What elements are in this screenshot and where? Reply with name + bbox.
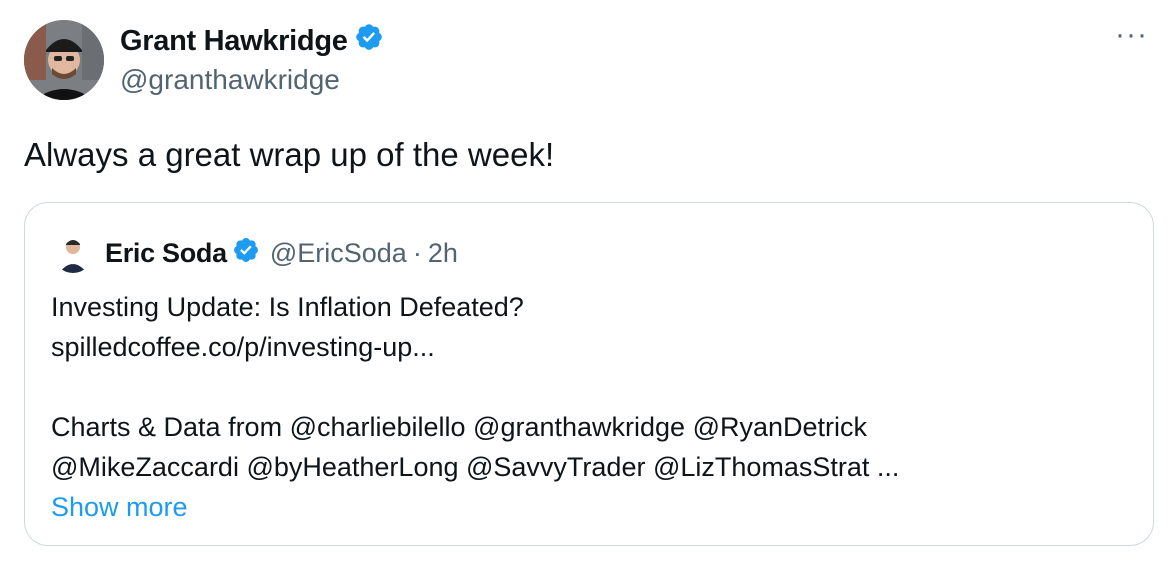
author-name-row[interactable]: Grant Hawkridge [120, 22, 384, 60]
quoted-timestamp[interactable]: 2h [428, 238, 458, 269]
quoted-link[interactable]: spilledcoffee.co/p/investing-up... [51, 327, 899, 367]
quoted-author-name[interactable]: Eric Soda [105, 238, 227, 269]
quoted-tweet-card[interactable]: Eric Soda @EricSoda · 2h Investing Updat… [24, 202, 1154, 546]
quoted-author-handle[interactable]: @EricSoda [270, 238, 407, 269]
author-name[interactable]: Grant Hawkridge [120, 25, 348, 58]
verified-badge-icon [232, 236, 260, 271]
quoted-line: Investing Update: Is Inflation Defeated? [51, 292, 524, 322]
quoted-header: Eric Soda @EricSoda · 2h [105, 233, 458, 273]
separator-dot: · [412, 237, 422, 268]
quoted-line: Charts & Data from @charliebilello @gran… [51, 412, 868, 442]
quoted-line: @MikeZaccardi @byHeatherLong @SavvyTrade… [51, 452, 900, 482]
author-avatar[interactable] [24, 20, 104, 100]
quoted-author-avatar[interactable] [53, 233, 93, 273]
author-handle[interactable]: @granthawkridge [120, 64, 340, 96]
show-more-link[interactable]: Show more [51, 487, 899, 527]
verified-badge-icon [354, 22, 384, 60]
more-options-icon[interactable]: ··· [1115, 18, 1148, 52]
tweet-text: Always a great wrap up of the week! [24, 136, 555, 173]
quoted-text: Investing Update: Is Inflation Defeated?… [51, 287, 899, 527]
